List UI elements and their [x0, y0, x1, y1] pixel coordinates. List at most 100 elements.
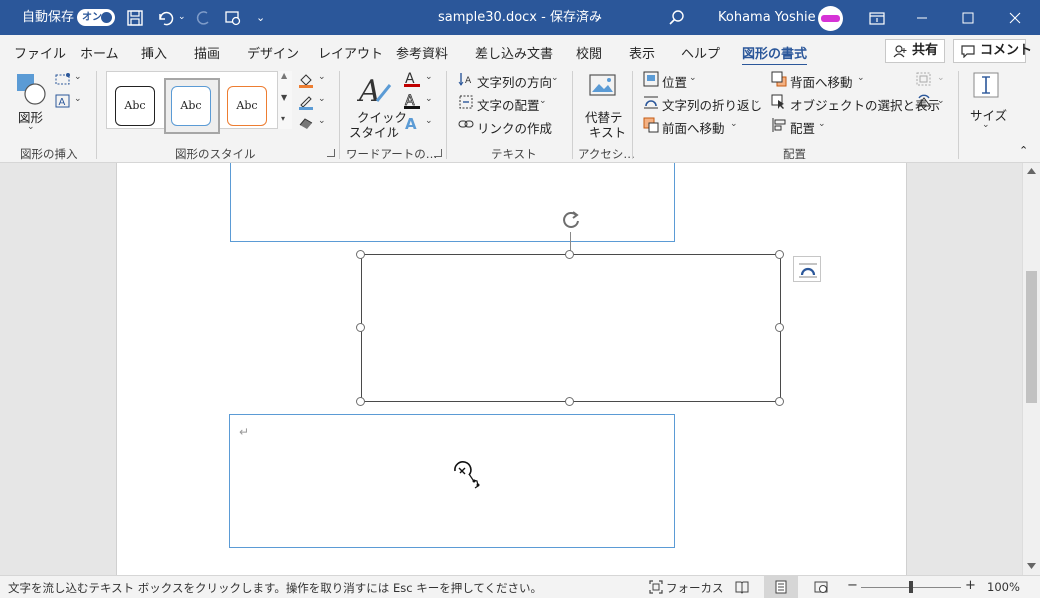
- tab-references[interactable]: 参考資料: [396, 43, 448, 62]
- touch-mode-icon[interactable]: [224, 9, 242, 27]
- shape-effects-icon[interactable]: [298, 116, 314, 130]
- tab-draw[interactable]: 描画: [194, 43, 220, 62]
- send-backward-icon[interactable]: [771, 71, 787, 87]
- create-link-label[interactable]: リンクの作成: [477, 118, 552, 137]
- comment-button[interactable]: コメント: [953, 39, 1032, 63]
- zoom-level[interactable]: 100%: [987, 580, 1020, 594]
- shape-style-sample-3[interactable]: Abc: [227, 86, 267, 126]
- zoom-in-button[interactable]: +: [965, 578, 976, 593]
- resize-handle-top[interactable]: [565, 250, 574, 259]
- user-name[interactable]: Kohama Yoshie: [718, 0, 816, 35]
- customize-qat-icon[interactable]: ⌄: [256, 0, 265, 35]
- resize-handle-top-left[interactable]: [356, 250, 365, 259]
- tab-design[interactable]: デザイン: [247, 43, 299, 62]
- tab-view[interactable]: 表示: [629, 43, 655, 62]
- rotate-chevron-icon[interactable]: ⌄: [937, 96, 945, 106]
- read-mode-icon[interactable]: [735, 580, 749, 594]
- shape-fill-chevron-icon[interactable]: ⌄: [318, 72, 326, 82]
- selected-text-box[interactable]: [361, 254, 781, 402]
- collapse-ribbon-icon[interactable]: ⌃: [1019, 144, 1028, 157]
- wordart-launcher-icon[interactable]: [434, 149, 442, 157]
- position-label[interactable]: 位置: [662, 72, 687, 91]
- align-text-chevron-icon[interactable]: ⌄: [539, 96, 547, 106]
- gallery-more-icon[interactable]: ▾: [281, 114, 285, 123]
- maximize-button[interactable]: [945, 0, 991, 35]
- autosave-toggle[interactable]: オン: [77, 9, 115, 26]
- alt-text-label-2[interactable]: キスト: [589, 122, 626, 141]
- text-box-chevron-icon[interactable]: ⌄: [74, 94, 82, 104]
- document-title[interactable]: sample30.docx - 保存済み: [438, 0, 602, 35]
- text-outline-chevron-icon[interactable]: ⌄: [425, 94, 433, 104]
- resize-handle-top-right[interactable]: [775, 250, 784, 259]
- tab-help[interactable]: ヘルプ: [681, 43, 720, 62]
- text-direction-label[interactable]: 文字列の方向: [477, 72, 552, 91]
- align-text-icon[interactable]: [458, 94, 474, 110]
- gallery-down-icon[interactable]: ▼: [281, 93, 287, 102]
- gallery-scroll[interactable]: ▲ ▼ ▾: [277, 71, 292, 129]
- shape-outline-icon[interactable]: [298, 94, 314, 110]
- text-effects-icon[interactable]: A: [403, 114, 421, 132]
- selection-pane-icon[interactable]: [771, 94, 787, 110]
- wrap-text-icon[interactable]: [643, 94, 659, 110]
- align-label[interactable]: 配置: [790, 118, 815, 137]
- quick-styles-icon[interactable]: A: [357, 71, 393, 107]
- bring-forward-chevron-icon[interactable]: ⌄: [730, 119, 738, 129]
- edit-shape-icon[interactable]: [55, 72, 71, 86]
- position-icon[interactable]: [643, 71, 659, 87]
- position-chevron-icon[interactable]: ⌄: [689, 73, 697, 83]
- shapes-chevron-icon[interactable]: ⌄: [27, 122, 35, 132]
- rotate-handle-icon[interactable]: [560, 209, 582, 231]
- gallery-up-icon[interactable]: ▲: [281, 71, 287, 80]
- tab-shape-format[interactable]: 図形の書式: [742, 43, 808, 67]
- align-text-label[interactable]: 文字の配置: [477, 95, 540, 114]
- resize-handle-bottom-right[interactable]: [775, 397, 784, 406]
- bring-forward-icon[interactable]: [643, 117, 659, 133]
- undo-icon[interactable]: [156, 9, 174, 27]
- shape-style-sample-2[interactable]: Abc: [171, 86, 211, 126]
- align-chevron-icon[interactable]: ⌄: [818, 119, 826, 129]
- text-box-icon[interactable]: A: [55, 94, 71, 108]
- shape-styles-launcher-icon[interactable]: [327, 149, 335, 157]
- wrap-text-label[interactable]: 文字列の折り返し: [662, 95, 762, 114]
- send-backward-label[interactable]: 背面へ移動: [790, 72, 853, 91]
- quick-styles-chevron-icon[interactable]: ⌄: [390, 124, 398, 134]
- send-backward-chevron-icon[interactable]: ⌄: [857, 73, 865, 83]
- tab-mailings[interactable]: 差し込み文書: [475, 43, 553, 62]
- alt-text-icon[interactable]: [588, 73, 618, 101]
- close-button[interactable]: [992, 0, 1038, 35]
- tab-home[interactable]: ホーム: [80, 43, 119, 62]
- text-fill-chevron-icon[interactable]: ⌄: [425, 72, 433, 82]
- undo-dropdown-icon[interactable]: ⌄: [178, 0, 186, 35]
- layout-options-button[interactable]: [793, 256, 821, 282]
- share-button[interactable]: 共有: [885, 39, 945, 63]
- resize-handle-bottom-left[interactable]: [356, 397, 365, 406]
- tab-layout[interactable]: レイアウト: [318, 43, 383, 62]
- text-fill-icon[interactable]: A: [403, 70, 421, 88]
- size-icon[interactable]: [972, 71, 1000, 99]
- search-icon[interactable]: [668, 9, 686, 27]
- text-effects-chevron-icon[interactable]: ⌄: [425, 116, 433, 126]
- resize-handle-bottom[interactable]: [565, 397, 574, 406]
- rotate-icon[interactable]: [915, 94, 933, 110]
- text-direction-chevron-icon[interactable]: ⌄: [551, 73, 559, 83]
- focus-icon[interactable]: [649, 580, 663, 594]
- zoom-out-button[interactable]: −: [847, 578, 858, 593]
- text-direction-icon[interactable]: A: [458, 71, 474, 87]
- resize-handle-left[interactable]: [356, 323, 365, 332]
- scrollbar-thumb[interactable]: [1026, 271, 1037, 403]
- focus-label[interactable]: フォーカス: [666, 580, 724, 596]
- title-chevron-icon[interactable]: ⌄: [593, 0, 601, 35]
- shape-effects-chevron-icon[interactable]: ⌄: [318, 116, 326, 126]
- resize-handle-right[interactable]: [775, 323, 784, 332]
- zoom-slider-thumb[interactable]: [909, 581, 913, 593]
- shapes-icon[interactable]: [16, 71, 46, 105]
- web-layout-icon[interactable]: [814, 580, 828, 594]
- text-box-upper[interactable]: [230, 163, 675, 242]
- align-icon[interactable]: [771, 117, 787, 133]
- print-layout-button[interactable]: [764, 576, 798, 598]
- bring-forward-label[interactable]: 前面へ移動: [662, 118, 725, 137]
- edit-shape-chevron-icon[interactable]: ⌄: [74, 72, 82, 82]
- scroll-down-button[interactable]: [1023, 558, 1040, 574]
- scroll-up-button[interactable]: [1023, 163, 1040, 179]
- save-icon[interactable]: [126, 9, 144, 27]
